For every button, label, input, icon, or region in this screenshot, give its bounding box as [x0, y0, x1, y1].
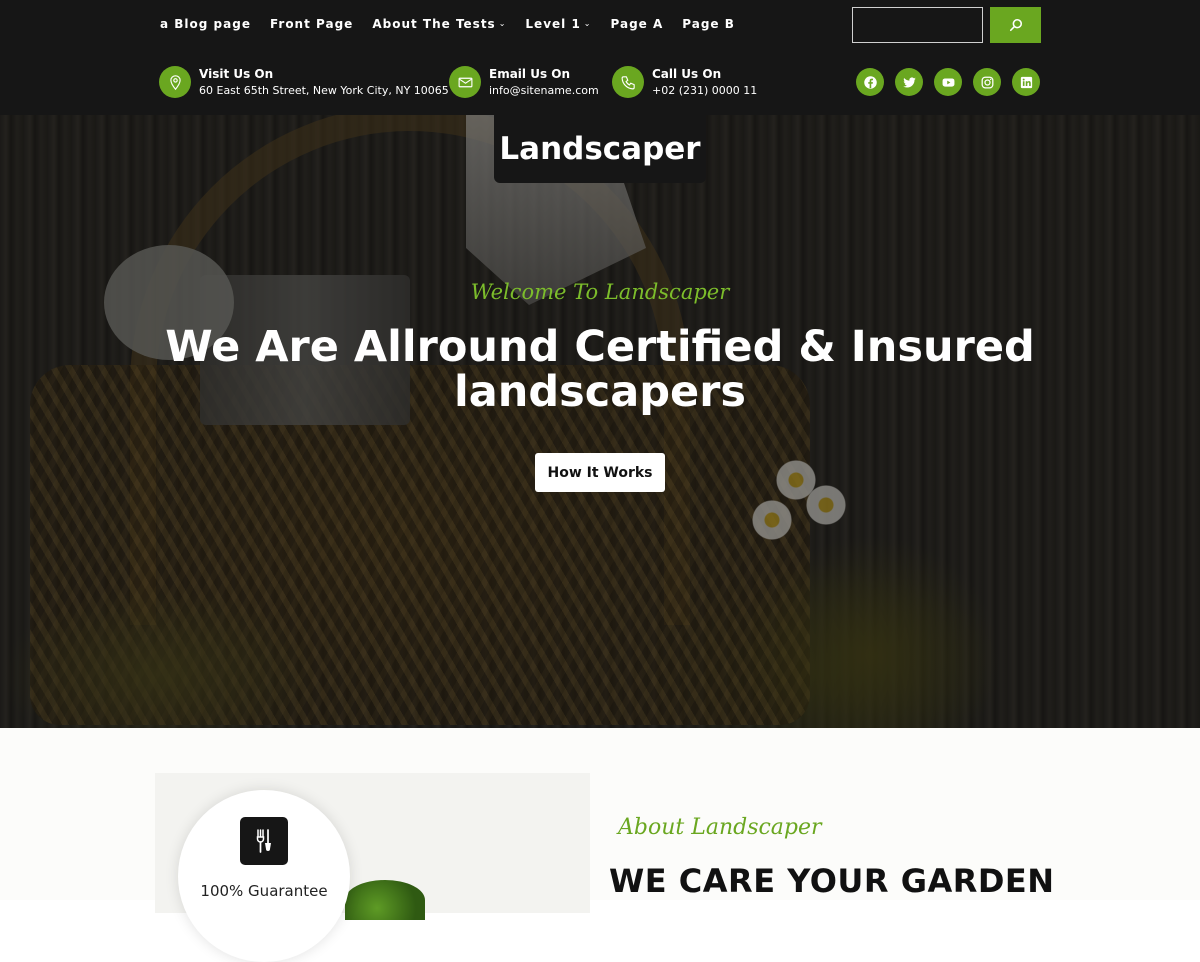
nav-item-blog[interactable]: a Blog page	[160, 17, 251, 31]
garden-tools-icon	[240, 817, 288, 865]
social-links	[856, 68, 1051, 96]
about-title: WE CARE YOUR GARDEN	[609, 862, 1055, 900]
nav-item-page-a[interactable]: Page A	[611, 17, 664, 31]
site-title: Landscaper	[499, 131, 701, 167]
search-input[interactable]	[852, 7, 983, 43]
nav-item-label: Page A	[610, 17, 664, 31]
linkedin-icon[interactable]	[1012, 68, 1040, 96]
nav-item-level-1[interactable]: Level 1 ⌄	[525, 17, 591, 31]
phone-icon	[612, 66, 644, 98]
contact-title: Visit Us On	[199, 67, 274, 81]
nav-item-label: Level 1	[525, 17, 581, 31]
guarantee-badge	[178, 790, 350, 962]
garden-photo	[345, 880, 425, 920]
nav-item-label: Front Page	[269, 17, 354, 31]
hero-headline: We Are Allround Certified & Insured land…	[165, 322, 1035, 417]
site-logo[interactable]: Landscaper	[494, 115, 706, 183]
envelope-icon	[449, 66, 481, 98]
how-it-works-button[interactable]: How It Works	[535, 453, 665, 492]
chevron-down-icon: ⌄	[498, 18, 507, 28]
youtube-icon[interactable]	[934, 68, 962, 96]
nav-item-label: a Blog page	[160, 17, 251, 31]
facebook-icon[interactable]	[856, 68, 884, 96]
nav-item-front-page[interactable]: Front Page	[270, 17, 353, 31]
contact-email-address[interactable]: info@sitename.com	[489, 84, 599, 97]
site-header: a Blog page Front Page About The Tests ⌄ …	[0, 0, 1200, 115]
main-nav: a Blog page Front Page About The Tests ⌄ …	[160, 17, 754, 31]
hero-welcome: Welcome To Landscaper	[470, 280, 730, 304]
about-subtitle: About Landscaper	[618, 815, 822, 840]
chevron-down-icon: ⌄	[583, 18, 592, 28]
contact-call: Call Us On +02 (231) 0000 11	[612, 66, 757, 98]
map-pin-icon	[159, 66, 191, 98]
hero-content: Welcome To Landscaper We Are Allround Ce…	[0, 115, 1200, 728]
instagram-icon[interactable]	[973, 68, 1001, 96]
nav-item-page-b[interactable]: Page B	[682, 17, 735, 31]
guarantee-text: 100% Guarantee	[200, 882, 328, 900]
twitter-icon[interactable]	[895, 68, 923, 96]
contact-title: Email Us On	[489, 67, 571, 81]
contact-visit: Visit Us On 60 East 65th Street, New Yor…	[159, 66, 449, 98]
search-button[interactable]	[990, 7, 1041, 43]
nav-item-about-tests[interactable]: About The Tests ⌄	[372, 17, 506, 31]
contact-phone[interactable]: +02 (231) 0000 11	[652, 84, 757, 97]
contact-address: 60 East 65th Street, New York City, NY 1…	[199, 84, 449, 97]
contact-title: Call Us On	[652, 67, 722, 81]
search-icon	[1009, 18, 1022, 32]
nav-item-label: About The Tests	[372, 17, 496, 31]
contact-email: Email Us On info@sitename.com	[449, 66, 599, 98]
nav-item-label: Page B	[682, 17, 735, 31]
